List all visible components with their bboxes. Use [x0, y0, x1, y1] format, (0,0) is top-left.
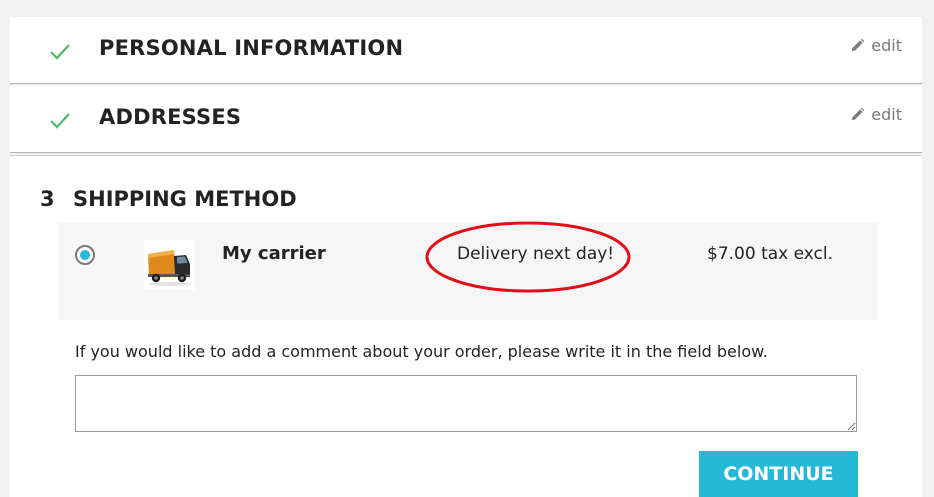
pencil-icon	[852, 107, 865, 121]
step-title: SHIPPING METHOD	[73, 187, 297, 211]
edit-label: edit	[871, 36, 902, 55]
carrier-option[interactable]: My carrier Delivery next day! $7.00 tax …	[58, 221, 877, 320]
carrier-price: $7.00 tax excl.	[707, 244, 834, 264]
step-addresses: ADDRESSES edit	[10, 86, 922, 153]
edit-addresses-link[interactable]: edit	[850, 105, 902, 124]
step-shipping-method: 3 SHIPPING METHOD My carrier Delivery ne…	[10, 155, 922, 497]
carrier-name: My carrier	[222, 243, 326, 264]
edit-personal-information-link[interactable]: edit	[850, 36, 902, 55]
edit-label: edit	[871, 105, 902, 124]
continue-button[interactable]: CONTINUE	[699, 451, 858, 497]
radio-selected-dot	[80, 250, 90, 260]
step-title: ADDRESSES	[99, 105, 242, 129]
check-icon	[50, 113, 70, 129]
step-title: PERSONAL INFORMATION	[99, 36, 404, 60]
pencil-icon	[852, 38, 865, 52]
truck-icon	[144, 240, 194, 290]
order-comment-field[interactable]	[75, 375, 857, 432]
step-personal-information: PERSONAL INFORMATION edit	[10, 17, 922, 84]
carrier-radio[interactable]	[75, 245, 95, 265]
check-icon	[50, 44, 70, 60]
carrier-delay: Delivery next day!	[457, 244, 615, 264]
step-number: 3	[40, 187, 55, 211]
comment-label: If you would like to add a comment about…	[75, 342, 768, 361]
